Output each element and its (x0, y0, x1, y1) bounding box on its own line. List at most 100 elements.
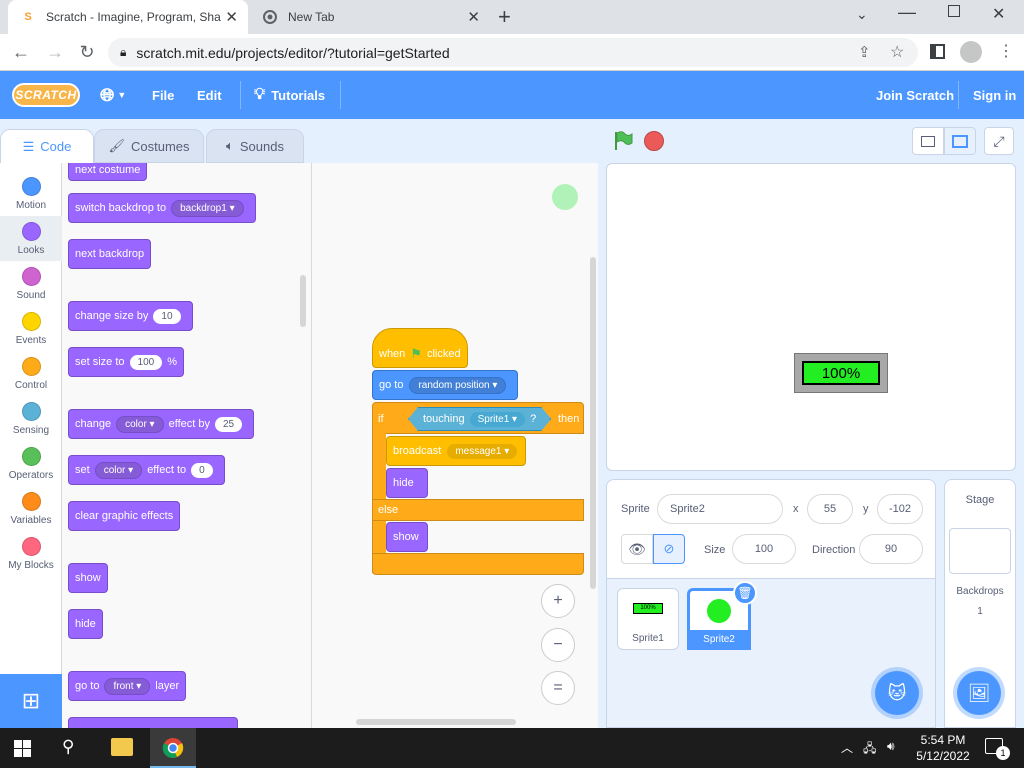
network-icon[interactable]: 🖧︎ (863, 739, 876, 760)
zoom-in-button[interactable]: + (541, 584, 575, 618)
block-next-costume[interactable]: next costume (68, 163, 148, 181)
url-field[interactable]: 🔒︎ scratch.mit.edu/projects/editor/?tuto… (108, 38, 918, 67)
delete-sprite-trash-icon[interactable]: 🗑︎ (733, 581, 757, 605)
size-input[interactable]: 100 (732, 534, 796, 564)
size-input[interactable]: 100 (129, 354, 163, 370)
forward-icon[interactable]: → (40, 34, 70, 71)
back-icon[interactable]: ← (6, 34, 36, 71)
language-menu[interactable]: 🌐︎ ▼ (100, 71, 126, 119)
sprite1-on-stage[interactable]: 100% (794, 353, 888, 393)
show-block[interactable]: show (386, 522, 428, 552)
add-backdrop-icon[interactable]: 🖼︎ (957, 671, 1001, 715)
add-extension-button[interactable]: ⊞ (0, 674, 62, 728)
stop-icon[interactable] (644, 131, 664, 151)
block-switch-backdrop[interactable]: switch backdrop to backdrop1 ▾ (68, 193, 256, 223)
small-stage-button[interactable] (912, 127, 944, 155)
zoom-out-button[interactable]: − (541, 628, 575, 662)
effect-dropdown[interactable]: color ▾ (94, 461, 143, 479)
block-next-backdrop[interactable]: next backdrop (68, 239, 152, 269)
more-menu-icon[interactable]: ⋮ (998, 41, 1014, 61)
touching-block[interactable]: touching Sprite1 ▾ ? (408, 407, 551, 431)
browser-tab-scratch[interactable]: S Scratch - Imagine, Program, Sha ✕ (8, 0, 248, 34)
share-icon[interactable]: ⇪ (858, 43, 871, 61)
when-flag-clicked-block[interactable]: when ⚑ clicked (372, 328, 468, 368)
stage[interactable]: 100% (606, 163, 1016, 471)
restore-icon[interactable] (948, 5, 960, 17)
block-hide[interactable]: hide (68, 609, 103, 639)
message-dropdown[interactable]: message1 ▾ (447, 443, 518, 459)
side-panel-icon[interactable] (930, 44, 945, 59)
file-menu[interactable]: File (152, 71, 174, 119)
chrome-taskbar-button[interactable] (150, 728, 196, 768)
sprite-dropdown[interactable]: Sprite1 ▾ (470, 412, 526, 427)
scratch-logo[interactable]: SCRATCH (12, 83, 80, 107)
tab-costumes[interactable]: 🖌︎ Costumes (94, 129, 204, 163)
effect-input[interactable]: 25 (214, 416, 243, 432)
broadcast-block[interactable]: broadcast message1 ▾ (386, 436, 526, 466)
file-explorer-icon[interactable] (111, 738, 133, 756)
block-set-size[interactable]: set size to 100% (68, 347, 184, 377)
tutorials-menu[interactable]: 💡︎ Tutorials (254, 71, 325, 119)
backdrop-dropdown[interactable]: backdrop1 ▾ (171, 199, 244, 217)
new-tab-icon[interactable]: + (498, 4, 511, 30)
large-stage-button[interactable] (944, 127, 976, 155)
browser-tab-newtab[interactable]: New Tab ✕ (250, 0, 490, 34)
block-set-effect[interactable]: set color ▾ effect to 0 (68, 455, 225, 485)
category-operators[interactable]: Operators (0, 441, 62, 486)
minimize-icon[interactable]: — (898, 2, 916, 23)
block-change-effect[interactable]: change color ▾ effect by 25 (68, 409, 255, 439)
sign-in-link[interactable]: Sign in (973, 71, 1016, 119)
reload-icon[interactable]: ↻ (72, 34, 102, 71)
category-sound[interactable]: Sound (0, 261, 62, 306)
category-motion[interactable]: Motion (0, 171, 62, 216)
block-clear-effects[interactable]: clear graphic effects (68, 501, 181, 531)
volume-icon[interactable]: 🔊︎ (887, 739, 895, 754)
edit-menu[interactable]: Edit (197, 71, 222, 119)
profile-avatar-icon[interactable] (960, 41, 982, 63)
size-input[interactable]: 10 (153, 308, 181, 324)
position-dropdown[interactable]: random position ▾ (409, 376, 507, 394)
close-window-icon[interactable]: ✕ (992, 4, 1005, 24)
clock[interactable]: 5:54 PM 5/12/2022 (908, 732, 978, 764)
stage-selector[interactable]: Stage Backdrops 1 🖼︎ (944, 479, 1016, 728)
block-change-size[interactable]: change size by 10 (68, 301, 193, 331)
join-scratch-link[interactable]: Join Scratch (876, 71, 954, 119)
x-input[interactable]: 55 (807, 494, 853, 524)
script-area[interactable]: when ⚑ clicked go to random position ▾ i… (312, 163, 598, 728)
effect-input[interactable]: 0 (191, 462, 213, 478)
category-sensing[interactable]: Sensing (0, 396, 62, 441)
close-tab-icon[interactable]: ✕ (467, 8, 480, 26)
category-looks[interactable]: Looks (0, 216, 62, 261)
block-go-to-layer[interactable]: go to front ▾ layer (68, 671, 187, 701)
effect-dropdown[interactable]: color ▾ (116, 415, 164, 433)
go-to-block[interactable]: go to random position ▾ (372, 370, 518, 400)
sprite-name-input[interactable]: Sprite2 (657, 494, 783, 524)
category-events[interactable]: Events (0, 306, 62, 351)
tab-sounds[interactable]: 🔈︎ Sounds (206, 129, 304, 163)
palette-scrollbar[interactable] (300, 275, 306, 327)
show-sprite-eye-icon[interactable]: 👁︎ (621, 534, 653, 564)
category-control[interactable]: Control (0, 351, 62, 396)
tab-search-chevron-icon[interactable]: ⌄ (856, 6, 868, 23)
hide-sprite-eye-icon[interactable]: ⊘ (653, 534, 685, 564)
tray-chevron-icon[interactable]: ︿ (841, 739, 853, 756)
block-partial[interactable] (68, 717, 238, 728)
script-horizontal-scrollbar[interactable] (356, 719, 516, 725)
fullscreen-icon[interactable]: ⤢ (984, 127, 1014, 155)
hide-block[interactable]: hide (386, 468, 428, 498)
search-icon[interactable]: ⚲ (62, 737, 74, 757)
sprite-tile-sprite1[interactable]: 100% Sprite1 (617, 588, 679, 650)
bookmark-star-icon[interactable]: ☆ (890, 42, 904, 62)
script-vertical-scrollbar[interactable] (590, 257, 596, 589)
category-my-blocks[interactable]: My Blocks (0, 531, 62, 576)
direction-input[interactable]: 90 (859, 534, 923, 564)
tab-code[interactable]: ☰ Code (0, 129, 94, 163)
layer-dropdown[interactable]: front ▾ (104, 677, 151, 695)
close-tab-icon[interactable]: ✕ (225, 8, 238, 26)
block-show[interactable]: show (68, 563, 108, 593)
green-flag-icon[interactable] (612, 130, 634, 155)
zoom-reset-button[interactable]: = (541, 671, 575, 705)
windows-start-icon[interactable] (14, 740, 31, 760)
category-variables[interactable]: Variables (0, 486, 62, 531)
add-sprite-cat-icon[interactable]: 🐱︎ (875, 671, 919, 715)
